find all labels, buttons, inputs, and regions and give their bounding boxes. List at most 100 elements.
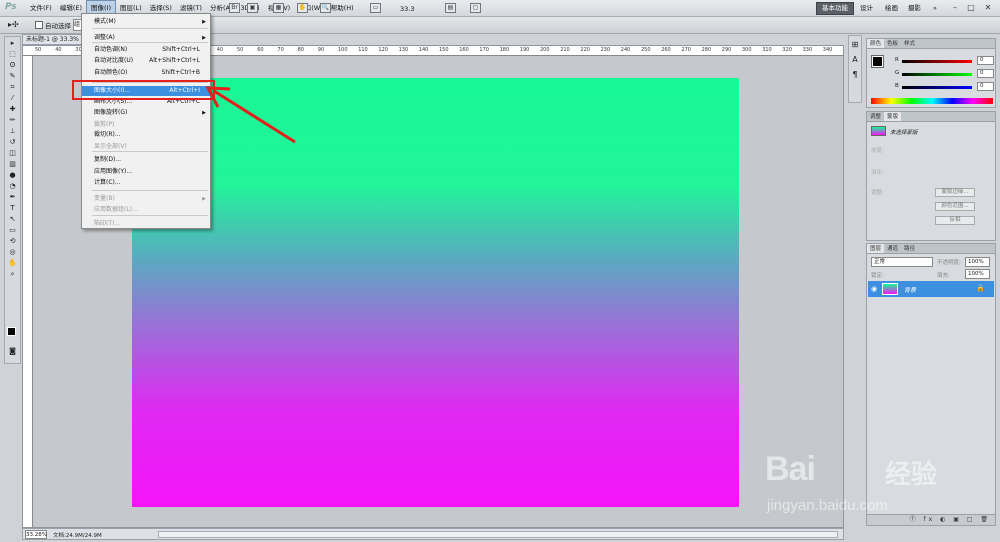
brush-tool-icon[interactable]: ✏ [6,115,19,125]
image-menu-item[interactable]: 图像旋转(G) ▶ [82,108,210,118]
ruler-vertical [23,56,33,527]
image-menu-item[interactable]: 自动颜色(O) Shift+Ctrl+B [82,68,210,78]
layers-panel-tabs: 图层 通道 路径 [867,244,995,254]
eraser-tool-icon[interactable]: ◫ [6,148,19,158]
ruler-tick: 300 [742,47,752,53]
image-menu-dropdown: 模式(M) ▶ 调整(A) ▶ 自动色调(N) Shift+Ctrl+L 自动对比度(U) A… [81,13,211,229]
hand-icon[interactable]: ✋ [6,258,19,268]
image-menu-item[interactable]: 应用图像(Y)... [82,167,210,177]
screen-mode-icon[interactable]: ▭ [370,3,381,13]
visibility-eye-icon[interactable]: ◉ [871,285,877,293]
character-icon[interactable]: A [849,54,861,66]
image-menu-item[interactable]: 模式(M) ▶ [82,17,210,27]
ruler-tick: 50 [237,47,244,53]
3d-orbit-tool-icon[interactable]: ◎ [6,247,19,257]
ruler-tick: 110 [358,47,368,53]
ruler-tick: 200 [540,47,550,53]
menu-10[interactable]: 帮助(H) [327,0,358,16]
lasso-tool-icon[interactable]: ʘ [6,60,19,70]
image-menu-item[interactable]: 调整(A) ▶ [82,33,210,43]
horizontal-scrollbar[interactable] [158,531,838,538]
image-menu-item[interactable]: 裁切(R)... [82,130,210,140]
arrange-icon[interactable]: ▤ [445,3,456,13]
type-tool-icon[interactable]: T [6,203,19,213]
gradient-tool-icon[interactable]: ▥ [6,159,19,169]
foreground-color-swatch[interactable] [7,327,16,336]
ruler-tick: 330 [802,47,813,53]
tab-paths[interactable]: 路径 [901,244,918,253]
red-slider[interactable] [902,60,972,63]
eyedropper-tool-icon[interactable]: ⁄ [6,93,19,103]
tab-channels[interactable]: 通道 [884,244,901,253]
menu-item-label: 裁剪(P) [94,121,115,128]
blue-value-field[interactable]: 0 [977,82,994,91]
zoom-icon[interactable]: ⌕ [6,269,19,279]
ruler-tick: 280 [701,47,712,53]
quick-mask-icon[interactable]: ◙ [6,346,19,356]
image-menu-item[interactable]: 自动色调(N) Shift+Ctrl+L [82,45,210,55]
watermark-url: jingyan.baidu.com [767,497,888,514]
move-tool-preset-icon[interactable]: ▸✣ [8,20,19,29]
auto-select-checkbox[interactable] [35,21,43,29]
green-slider[interactable] [902,73,972,76]
pen-tool-icon[interactable]: ✒ [6,192,19,202]
workspace-design[interactable]: 设计 [855,2,878,15]
paragraph-icon[interactable]: ¶ [849,69,861,81]
healing-tool-icon[interactable]: ✚ [6,104,19,114]
red-value-field[interactable]: 0 [977,56,994,65]
stamp-tool-icon[interactable]: ⊥ [6,126,19,136]
color-foreground-swatch[interactable] [871,55,884,68]
history-brush-icon[interactable]: ↺ [6,137,19,147]
quick-select-tool-icon[interactable]: ✎ [6,71,19,81]
red-slider-row: R 0 [895,56,995,66]
image-menu-item[interactable]: 计算(C)... [82,178,210,188]
image-menu-item[interactable]: 自动对比度(U) Alt+Shift+Ctrl+L [82,56,210,66]
blur-tool-icon[interactable]: ● [6,170,19,180]
hand-tool-icon[interactable]: ✋ [297,3,308,13]
color-spectrum-bar[interactable] [871,98,993,104]
blue-slider[interactable] [902,86,972,89]
minibridge-icon[interactable]: ▣ [247,3,258,13]
blue-slider-row: B 0 [895,82,995,92]
minimize-icon[interactable]: – [948,2,962,14]
workspace-basic[interactable]: 基本功能 [816,2,854,15]
crop-tool-icon[interactable]: ⌗ [6,82,19,92]
tab-color[interactable]: 颜色 [867,39,885,48]
tab-swatches[interactable]: 色板 [884,39,901,48]
bridge-icon[interactable]: Br [229,3,240,13]
move-tool-icon[interactable]: ▸ [6,38,19,48]
zoom-tool-icon[interactable]: 🔍 [320,3,331,13]
invert-button[interactable]: 反相 [935,216,975,225]
layer-row-background[interactable]: ◉ 背景 🔒 [868,281,994,297]
fill-field[interactable]: 100% [965,269,990,279]
image-menu-item[interactable]: 复制(D)... [82,155,210,165]
history-icon[interactable]: ⊞ [849,39,861,51]
tab-masks[interactable]: 蒙版 [884,112,902,121]
tab-styles[interactable]: 样式 [901,39,918,48]
opacity-label: 不透明度: [937,260,961,266]
shape-tool-icon[interactable]: ▭ [6,225,19,235]
workspace-photo[interactable]: 摄影 [903,2,926,15]
zoom-value[interactable]: 33.3 [395,3,419,16]
watermark-brand: Bai [765,450,816,488]
maximize-icon[interactable]: □ [964,2,978,14]
dodge-tool-icon[interactable]: ◔ [6,181,19,191]
mask-edge-button[interactable]: 蒙版边缘... [935,188,975,197]
menu-separator [92,215,208,216]
tab-layers[interactable]: 图层 [867,244,885,253]
guides-icon[interactable]: ▦ [273,3,284,13]
screen-mode-2-icon[interactable]: ▢ [470,3,481,13]
more-workspaces[interactable]: » [928,2,942,15]
color-range-button[interactable]: 颜色范围... [935,202,975,211]
close-icon[interactable]: ✕ [981,2,995,14]
marquee-tool-icon[interactable]: ⬚ [6,49,19,59]
menu-0[interactable]: 文件(F) [26,0,56,16]
tab-adjustments[interactable]: 调整 [867,112,884,121]
opacity-field[interactable]: 100% [965,257,990,267]
3d-rotate-tool-icon[interactable]: ⟲ [6,236,19,246]
blend-mode-select[interactable]: 正常 [871,257,933,267]
zoom-level-field[interactable]: 33.28% [25,530,47,539]
workspace-paint[interactable]: 绘画 [880,2,903,15]
green-value-field[interactable]: 0 [977,69,994,78]
path-select-tool-icon[interactable]: ↖ [6,214,19,224]
